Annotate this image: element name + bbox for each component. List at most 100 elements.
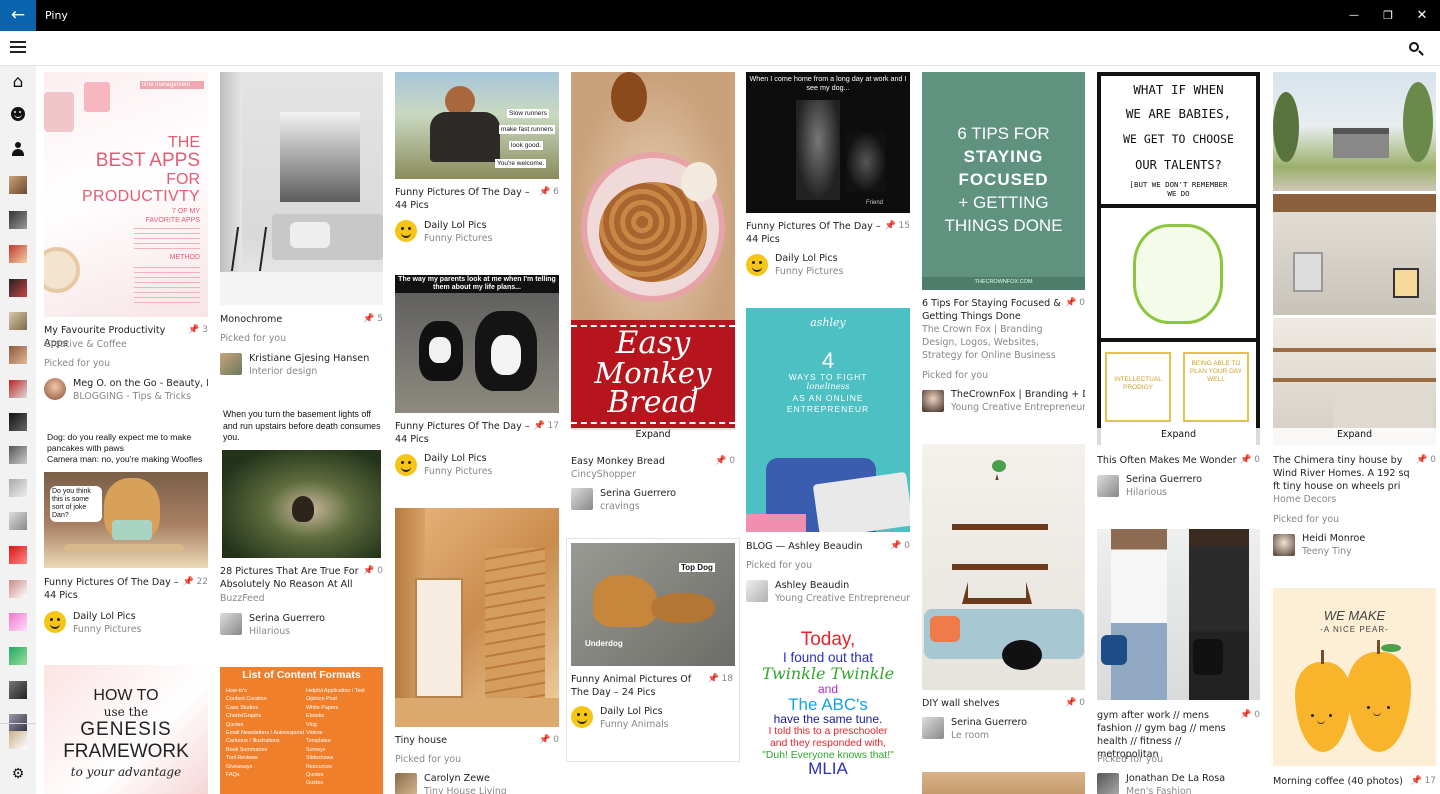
pin-image[interactable]: Dog: do you really expect me to make pan… <box>44 428 208 568</box>
pin-title[interactable]: Tiny house <box>395 734 536 747</box>
pinner-name[interactable]: TheCrownFox | Branding + Des <box>951 389 1085 400</box>
avatar[interactable] <box>1097 475 1119 497</box>
board-thumb-12[interactable] <box>9 546 27 564</box>
avatar[interactable] <box>395 773 417 794</box>
board-name[interactable]: Young Creative Entrepreneurs <box>951 402 1085 413</box>
pin-image[interactable]: ashley 4 WAYS TO FIGHT loneliness AS AN … <box>746 308 910 532</box>
maximize-button[interactable]: ❐ <box>1371 0 1405 31</box>
board-name[interactable]: Funny Pictures <box>424 233 492 244</box>
pinner-name[interactable]: Daily Lol Pics <box>600 706 663 717</box>
avatar[interactable] <box>220 353 242 375</box>
board-thumb-4[interactable] <box>9 279 27 297</box>
pin-image[interactable]: Slow runners make fast runners look good… <box>395 72 559 179</box>
pin-title[interactable]: Funny Pictures Of The Day – 44 Pics <box>44 576 185 602</box>
profile-icon[interactable] <box>12 142 24 156</box>
board-thumb-9[interactable] <box>9 446 27 464</box>
board-name[interactable]: Funny Pictures <box>775 266 843 277</box>
back-button[interactable]: ← <box>0 0 36 31</box>
pin-card[interactable]: When you turn the basement lights off an… <box>220 406 383 640</box>
pinner-name[interactable]: Serina Guerrero <box>951 717 1027 728</box>
board-thumb-15[interactable] <box>9 647 27 665</box>
pin-image[interactable]: 6 TIPS FOR STAYING FOCUSED + GETTING THI… <box>922 72 1085 290</box>
pin-title[interactable]: Monochrome <box>220 313 360 326</box>
board-thumb-3[interactable] <box>9 245 27 263</box>
close-button[interactable]: ✕ <box>1405 0 1439 31</box>
pin-card[interactable]: Today, I found out that Twinkle Twinkle … <box>746 628 910 778</box>
pinner-name[interactable]: Daily Lol Pics <box>73 611 136 622</box>
board-name[interactable]: Funny Pictures <box>424 466 492 477</box>
pin-card[interactable]: HOW TO use the GENESIS FRAMEWORK to your… <box>44 665 208 794</box>
pin-card[interactable]: WHAT IF WHEN WE ARE BABIES, WE GET TO CH… <box>1097 72 1260 502</box>
pin-card-selected[interactable]: Top Dog Underdog Funny Animal Pictures O… <box>566 538 740 762</box>
pin-card[interactable]: ashley 4 WAYS TO FIGHT loneliness AS AN … <box>746 308 910 606</box>
avatar[interactable] <box>571 488 593 510</box>
expand-button[interactable]: Expand <box>1273 428 1436 445</box>
board-name[interactable]: Hilarious <box>1126 487 1167 498</box>
smiley-avatar-icon[interactable] <box>746 254 768 276</box>
board-thumb-5[interactable] <box>9 312 27 330</box>
expand-button[interactable]: Expand <box>1097 428 1260 445</box>
pinner-name[interactable]: Daily Lol Pics <box>424 220 487 231</box>
pinner-name[interactable]: Serina Guerrero <box>600 488 676 499</box>
pin-title[interactable]: Morning coffee (40 photos) <box>1273 775 1413 788</box>
avatar[interactable] <box>220 613 242 635</box>
pin-card[interactable]: When I come home from a long day at work… <box>746 72 910 282</box>
pin-card[interactable]: The way my parents look at me when I'm t… <box>395 275 559 482</box>
avatar[interactable] <box>1097 773 1119 794</box>
pin-title[interactable]: DIY wall shelves <box>922 697 1062 710</box>
pin-card[interactable]: Expand The Chimera tiny house by Wind Ri… <box>1273 72 1436 562</box>
board-name[interactable]: Le room <box>951 730 989 741</box>
pinner-name[interactable]: Kristiane Gjesing Hansen <box>249 353 369 364</box>
pin-card[interactable]: 6 TIPS FOR STAYING FOCUSED + GETTING THI… <box>922 72 1085 417</box>
hamburger-menu-icon[interactable] <box>10 41 26 55</box>
pin-title[interactable]: 28 Pictures That Are True For Absolutely… <box>220 565 360 591</box>
pin-card[interactable]: Easy Monkey Bread Expand Easy Monkey Bre… <box>571 72 735 518</box>
pin-image[interactable]: Expand <box>1273 72 1436 445</box>
pinner-name[interactable]: Serina Guerrero <box>249 613 325 624</box>
pinner-name[interactable]: Daily Lol Pics <box>424 453 487 464</box>
board-name[interactable]: Tiny House Living <box>424 786 507 794</box>
pinner-name[interactable]: Meg O. on the Go - Beauty, Mc <box>73 378 208 389</box>
avatar[interactable] <box>44 378 66 400</box>
board-name[interactable]: Men's Fashion <box>1126 786 1192 794</box>
smiley-avatar-icon[interactable] <box>395 220 417 242</box>
pin-card[interactable]: gym after work // mens fashion // gym ba… <box>1097 529 1260 794</box>
pin-card[interactable]: Monochrome 📌 5 Picked for you Kristiane … <box>220 72 383 382</box>
pin-image[interactable] <box>395 508 559 727</box>
avatar[interactable] <box>922 717 944 739</box>
board-thumb-1[interactable] <box>9 176 27 194</box>
pin-card[interactable] <box>922 772 1085 794</box>
board-name[interactable]: Teeny Tiny <box>1302 546 1352 557</box>
pinner-name[interactable]: Jonathan De La Rosa <box>1126 773 1225 784</box>
board-name[interactable]: Young Creative Entrepreneurs <box>775 593 910 604</box>
pin-title[interactable]: This Often Makes Me Wonder <box>1097 454 1237 467</box>
board-thumb-11[interactable] <box>9 512 27 530</box>
pinner-name[interactable]: Heidi Monroe <box>1302 533 1365 544</box>
board-name[interactable]: BLOGGING - Tips & Tricks <box>73 391 191 402</box>
minimize-button[interactable]: — <box>1337 0 1371 31</box>
pin-title[interactable]: BLOG — Ashley Beaudin <box>746 540 887 553</box>
pin-image[interactable]: Easy Monkey Bread Expand <box>571 72 735 445</box>
board-name[interactable]: Interior design <box>249 366 317 377</box>
board-thumb-14[interactable] <box>9 613 27 631</box>
pin-image[interactable]: Today, I found out that Twinkle Twinkle … <box>746 628 910 778</box>
pin-card[interactable]: Slow runners make fast runners look good… <box>395 72 559 247</box>
pin-image[interactable]: HOW TO use the GENESIS FRAMEWORK to your… <box>44 665 208 794</box>
pin-image[interactable] <box>1097 529 1260 700</box>
pin-title[interactable]: The Chimera tiny house by Wind River Hom… <box>1273 454 1413 493</box>
avatar[interactable] <box>746 580 768 602</box>
pinner-name[interactable]: Carolyn Zewe <box>424 773 490 784</box>
search-icon[interactable] <box>1408 41 1424 57</box>
home-icon[interactable]: ⌂ <box>0 72 36 92</box>
avatar[interactable] <box>922 390 944 412</box>
pinner-name[interactable]: Daily Lol Pics <box>775 253 838 264</box>
board-thumb-16[interactable] <box>9 681 27 699</box>
board-thumb-7[interactable] <box>9 380 27 398</box>
pin-image[interactable]: When you turn the basement lights off an… <box>220 406 383 558</box>
board-thumb-18[interactable] <box>9 731 27 749</box>
pin-image[interactable]: When I come home from a long day at work… <box>746 72 910 213</box>
pinner-name[interactable]: Serina Guerrero <box>1126 474 1202 485</box>
pin-image[interactable]: WE MAKE -A NICE PEAR- <box>1273 588 1436 766</box>
board-name[interactable]: cravings <box>600 501 640 512</box>
avatar[interactable] <box>1273 534 1295 556</box>
